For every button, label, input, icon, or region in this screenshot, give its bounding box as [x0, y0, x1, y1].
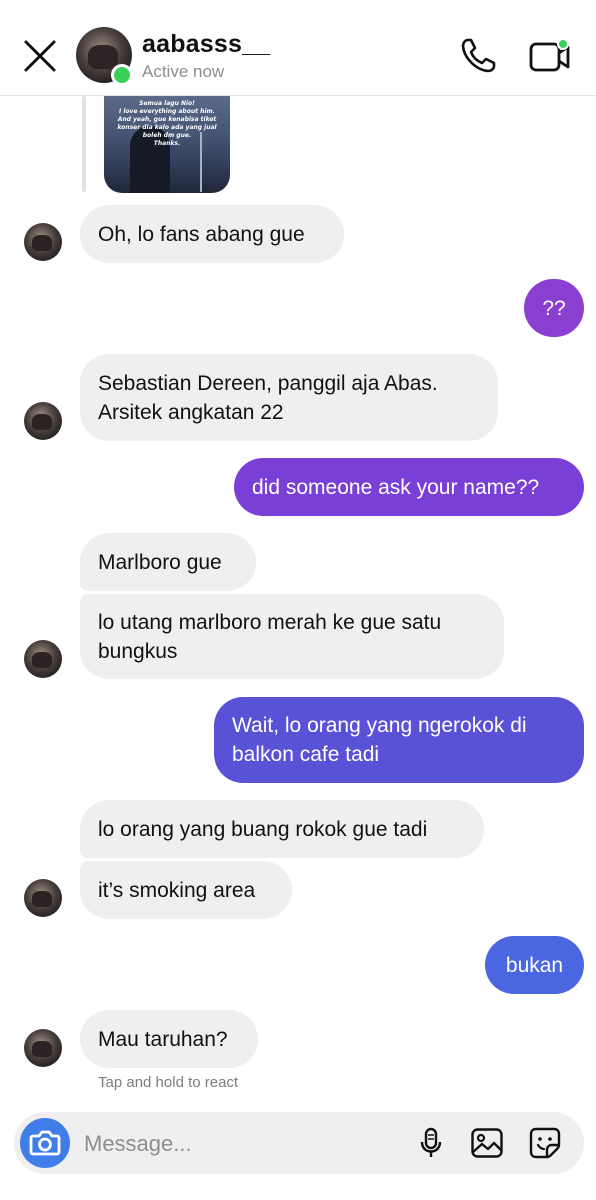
message-input[interactable]	[82, 1120, 406, 1168]
message-bubble-received[interactable]: Oh, lo fans abang gue	[80, 205, 344, 263]
message-thread[interactable]: Semua lagu Nio! I love everything about …	[0, 96, 596, 1106]
phone-icon[interactable]	[458, 36, 498, 76]
message-bubble-received[interactable]: lo orang yang buang rokok gue tadi	[80, 800, 484, 858]
camera-icon	[29, 1130, 61, 1156]
message-bubble-received[interactable]: lo utang marlboro merah ke gue satu bung…	[80, 594, 504, 679]
video-call-icon[interactable]	[528, 36, 572, 76]
sender-avatar[interactable]	[24, 402, 62, 440]
sticker-icon[interactable]	[528, 1126, 562, 1160]
shared-post-image[interactable]: Semua lagu Nio! I love everything about …	[104, 96, 230, 193]
chat-header: aabasss__ Active now	[0, 0, 596, 96]
gallery-icon[interactable]	[470, 1126, 504, 1160]
sender-avatar[interactable]	[24, 1029, 62, 1067]
message-bubble-received[interactable]: Sebastian Dereen, panggil aja Abas. Arsi…	[80, 354, 498, 441]
sender-avatar[interactable]	[24, 223, 62, 261]
shared-post-caption: Semua lagu Nio! I love everything about …	[117, 100, 217, 147]
message-composer	[14, 1112, 584, 1174]
message-bubble-sent[interactable]: did someone ask your name??	[234, 458, 584, 516]
message-bubble-sent[interactable]: Wait, lo orang yang ngerokok di balkon c…	[214, 697, 584, 783]
reply-indicator-line	[82, 96, 86, 192]
chat-username[interactable]: aabasss__	[142, 30, 270, 59]
message-bubble-received[interactable]: Marlboro gue	[80, 533, 256, 591]
camera-button[interactable]	[20, 1118, 70, 1168]
message-bubble-sent[interactable]: ??	[524, 279, 584, 337]
sender-avatar[interactable]	[24, 879, 62, 917]
online-indicator	[111, 64, 133, 86]
close-icon[interactable]	[22, 38, 58, 74]
microphone-icon[interactable]	[414, 1126, 448, 1160]
react-hint: Tap and hold to react	[98, 1074, 239, 1091]
message-bubble-received[interactable]: it’s smoking area	[80, 861, 292, 919]
active-status: Active now	[142, 62, 225, 81]
sender-avatar[interactable]	[24, 640, 62, 678]
message-bubble-sent[interactable]: bukan	[485, 936, 584, 994]
message-bubble-received[interactable]: Mau taruhan?	[80, 1010, 258, 1068]
